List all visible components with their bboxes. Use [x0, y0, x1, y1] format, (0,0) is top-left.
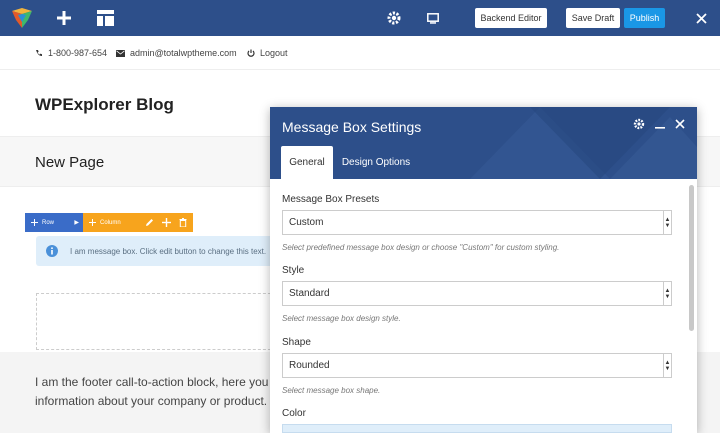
add-icon[interactable]: [162, 218, 171, 227]
phone-icon: [36, 50, 42, 57]
trash-icon[interactable]: [179, 218, 187, 227]
presets-value: Custom: [289, 217, 324, 228]
email-text: admin@totalwptheme.com: [130, 48, 237, 58]
style-label: Style: [282, 265, 305, 276]
column-label: Column: [100, 219, 121, 226]
top-contact-bar: 1-800-987-654 admin@totalwptheme.com Log…: [0, 36, 720, 70]
phone-contact[interactable]: 1-800-987-654: [35, 48, 107, 58]
logout-icon: [247, 49, 255, 57]
logout-text: Logout: [260, 48, 288, 58]
backend-editor-button[interactable]: Backend Editor: [475, 8, 547, 28]
settings-gear-icon[interactable]: [383, 7, 405, 29]
column-move-icon[interactable]: [89, 219, 96, 226]
editor-toolbar: Backend Editor Save Draft Publish: [0, 0, 720, 36]
shape-select[interactable]: Rounded ▲ ▼: [282, 353, 672, 378]
message-text: I am message box. Click edit button to c…: [70, 246, 267, 256]
message-box-settings-panel: Message Box Settings General Design Opti…: [270, 107, 697, 433]
tab-general[interactable]: General: [281, 146, 333, 179]
style-description: Select message box design style.: [282, 314, 401, 323]
save-draft-button[interactable]: Save Draft: [566, 8, 620, 28]
edit-pencil-icon[interactable]: [145, 218, 154, 227]
panel-title: Message Box Settings: [282, 119, 422, 135]
row-label: Row: [42, 219, 55, 226]
style-caret-icon: ▲ ▼: [663, 282, 671, 305]
panel-scrollbar[interactable]: [689, 185, 694, 331]
color-label: Color: [282, 408, 306, 419]
info-icon: [46, 245, 58, 257]
presets-description: Select predefined message box design or …: [282, 243, 560, 252]
close-editor-icon[interactable]: [690, 7, 712, 29]
style-value: Standard: [289, 288, 330, 299]
templates-icon[interactable]: [94, 7, 116, 29]
footer-cta-line-2: information about your company or produc…: [35, 394, 275, 408]
minimize-icon[interactable]: [655, 119, 665, 129]
presets-select[interactable]: Custom ▲ ▼: [282, 210, 672, 235]
shape-label: Shape: [282, 337, 311, 348]
site-title[interactable]: WPExplorer Blog: [35, 95, 174, 115]
close-icon[interactable]: [675, 119, 685, 129]
expand-arrow-icon[interactable]: ▶: [74, 219, 79, 226]
presets-label: Message Box Presets: [282, 194, 380, 205]
tab-design-options[interactable]: Design Options: [336, 146, 416, 179]
shape-value: Rounded: [289, 360, 330, 371]
move-icon[interactable]: [31, 219, 38, 226]
envelope-icon: [116, 49, 125, 57]
shape-description: Select message box shape.: [282, 386, 381, 395]
footer-cta-line-1: I am the footer call-to-action block, he…: [35, 375, 275, 389]
logout-link[interactable]: Logout: [247, 48, 288, 58]
shape-caret-icon: ▲ ▼: [663, 354, 671, 377]
visual-composer-logo-icon[interactable]: [10, 6, 34, 30]
row-controls[interactable]: Row ▶: [25, 213, 83, 232]
column-controls[interactable]: Column: [83, 213, 193, 232]
publish-button[interactable]: Publish: [624, 8, 665, 28]
add-element-icon[interactable]: [53, 7, 75, 29]
presets-caret-icon: ▲ ▼: [663, 211, 671, 234]
responsive-preview-icon[interactable]: [422, 7, 444, 29]
phone-text: 1-800-987-654: [48, 48, 108, 58]
email-contact[interactable]: admin@totalwptheme.com: [116, 48, 237, 58]
empty-column-placeholder[interactable]: [36, 293, 276, 350]
panel-header[interactable]: Message Box Settings General Design Opti…: [270, 107, 697, 179]
message-box-element[interactable]: I am message box. Click edit button to c…: [36, 236, 276, 266]
page-title: New Page: [35, 154, 105, 171]
panel-settings-gear-icon[interactable]: [633, 118, 645, 130]
style-select[interactable]: Standard ▲ ▼: [282, 281, 672, 306]
color-select[interactable]: [282, 424, 672, 433]
